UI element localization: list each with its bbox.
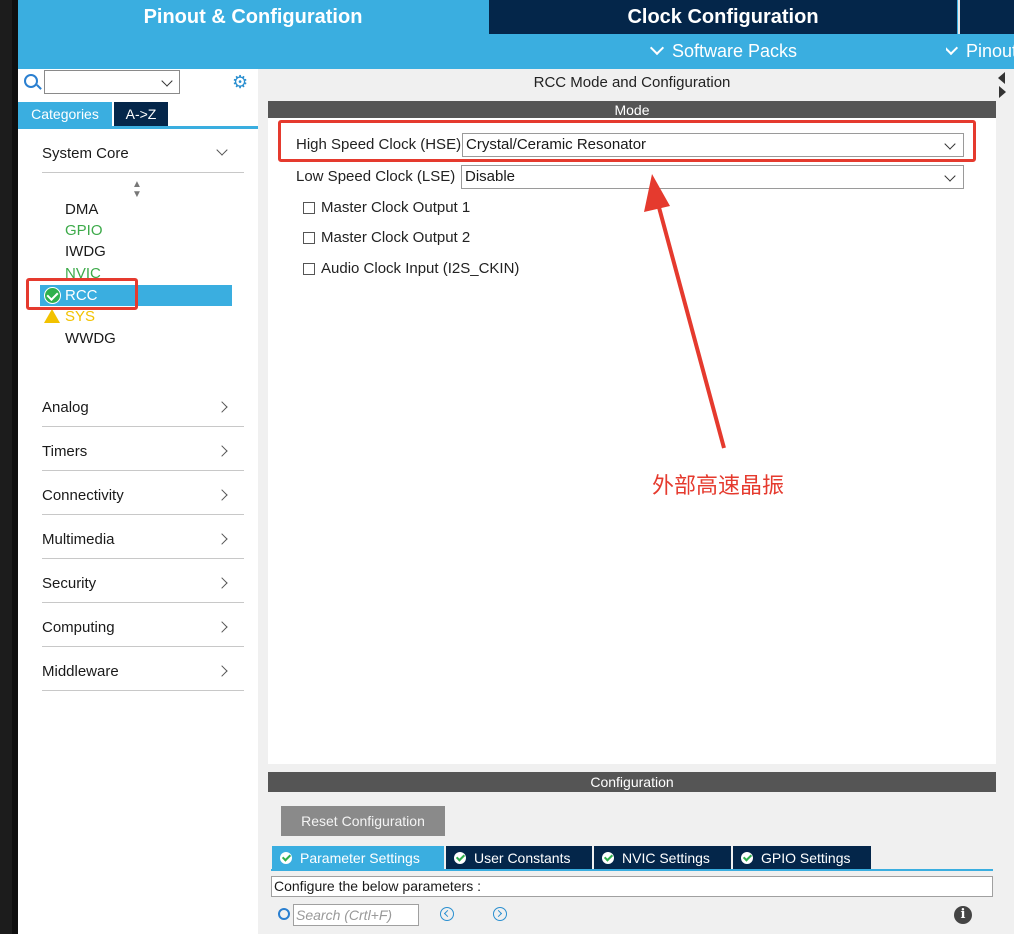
reset-configuration-button[interactable]: Reset Configuration (281, 806, 445, 836)
pinout-menu[interactable]: Pinout (946, 38, 1014, 64)
search-icon[interactable] (278, 908, 290, 920)
check-icon (741, 852, 753, 864)
panel-title: RCC Mode and Configuration (533, 74, 731, 91)
tab-gpio-settings[interactable]: GPIO Settings (733, 846, 871, 870)
tab-pinout-configuration[interactable]: Pinout & Configuration (18, 0, 488, 34)
collapse-arrows-icon[interactable] (998, 72, 1006, 100)
audio-clock-input-label: Audio Clock Input (I2S_CKIN) (321, 260, 520, 277)
check-icon (280, 852, 292, 864)
category-security[interactable]: Security (42, 566, 244, 603)
chevron-down-icon (946, 40, 959, 56)
peripheral-gpio[interactable]: GPIO (65, 220, 103, 241)
chevron-right-icon (216, 489, 228, 501)
chevron-down-icon (944, 170, 956, 182)
tab-a-to-z[interactable]: A->Z (114, 102, 168, 126)
annotation-arrow (644, 174, 726, 449)
search-icon[interactable] (24, 74, 38, 88)
master-clock-output-1-label: Master Clock Output 1 (321, 199, 471, 216)
chevron-down-icon (161, 75, 173, 87)
info-icon[interactable]: i (954, 906, 972, 924)
annotation-text: 外部高速晶振 (652, 474, 785, 499)
peripheral-iwdg[interactable]: IWDG (65, 241, 106, 262)
category-multimedia[interactable]: Multimedia (42, 522, 244, 559)
annotation-box-rcc (26, 278, 138, 310)
chevron-down-icon (216, 144, 228, 156)
chevron-right-icon (216, 665, 228, 677)
tab-user-constants[interactable]: User Constants (446, 846, 592, 870)
gear-icon[interactable]: ⚙ (232, 72, 248, 92)
sort-icon[interactable]: ▲ ▼ (132, 180, 142, 200)
parameter-search-input[interactable]: Search (Crtl+F) (293, 904, 419, 926)
tab-underline (271, 869, 993, 871)
category-analog[interactable]: Analog (42, 390, 244, 427)
master-clock-output-2-label: Master Clock Output 2 (321, 229, 471, 246)
next-icon[interactable] (493, 907, 507, 921)
chevron-right-icon (216, 577, 228, 589)
tab-underline (18, 126, 258, 129)
category-timers[interactable]: Timers (42, 434, 244, 471)
category-system-core[interactable]: System Core (42, 136, 244, 173)
tab-nvic-settings[interactable]: NVIC Settings (594, 846, 731, 870)
lse-label: Low Speed Clock (LSE) (296, 168, 456, 185)
peripheral-wwdg[interactable]: WWDG (65, 328, 116, 349)
category-middleware[interactable]: Middleware (42, 654, 244, 691)
tab-categories[interactable]: Categories (18, 102, 112, 126)
previous-icon[interactable] (440, 907, 454, 921)
software-packs-menu[interactable]: Software Packs (649, 38, 797, 64)
audio-clock-input-checkbox[interactable] (303, 263, 315, 275)
configuration-header: Configuration (268, 772, 996, 792)
tab-parameter-settings[interactable]: Parameter Settings (272, 846, 444, 870)
check-icon (602, 852, 614, 864)
chevron-right-icon (216, 533, 228, 545)
master-clock-output-2-checkbox[interactable] (303, 232, 315, 244)
chevron-right-icon (216, 401, 228, 413)
category-connectivity[interactable]: Connectivity (42, 478, 244, 515)
master-clock-output-1-checkbox[interactable] (303, 202, 315, 214)
tab-clock-configuration[interactable]: Clock Configuration (489, 0, 957, 34)
warning-icon (44, 309, 60, 323)
chevron-right-icon (216, 445, 228, 457)
check-icon (454, 852, 466, 864)
tab-overflow (958, 0, 1014, 34)
chevron-down-icon (649, 40, 665, 56)
configure-message: Configure the below parameters : (271, 876, 993, 897)
mode-header: Mode (268, 101, 996, 119)
category-computing[interactable]: Computing (42, 610, 244, 647)
search-combo[interactable] (44, 70, 180, 94)
peripheral-dma[interactable]: DMA (65, 199, 98, 220)
chevron-right-icon (216, 621, 228, 633)
